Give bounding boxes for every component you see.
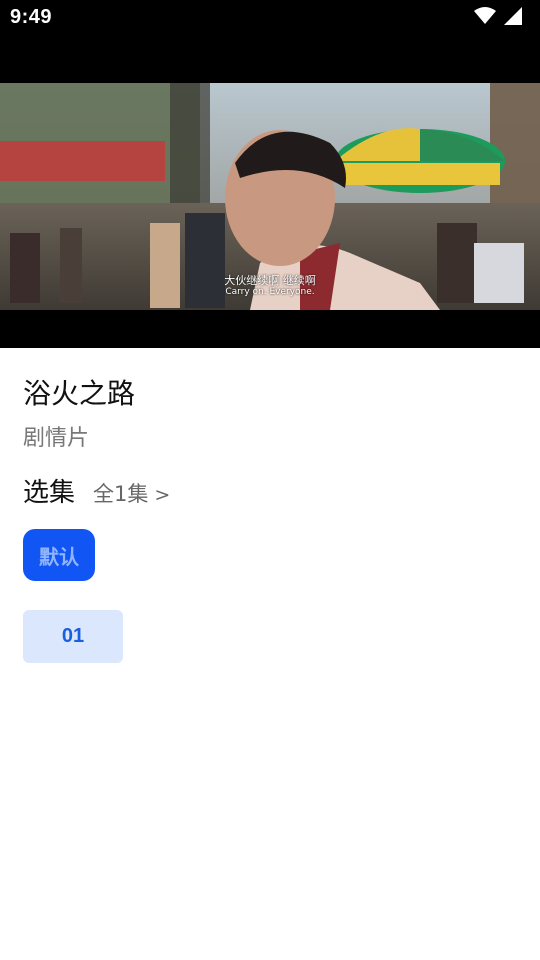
video-player[interactable]: 大伙继续啊 继续啊 Carry on. Everyone. — [0, 36, 540, 348]
subtitle-chinese: 大伙继续啊 继续啊 — [224, 274, 316, 287]
status-bar: 9:49 — [0, 0, 540, 36]
drama-title: 浴火之路 — [23, 377, 136, 410]
episodes-count-link[interactable]: 全1集 — [93, 478, 148, 508]
episodes-header: 选集 全1集 > — [23, 472, 170, 509]
signal-icon — [504, 7, 522, 25]
episodes-label: 选集 — [23, 478, 76, 508]
subtitle-english: Carry on. Everyone. — [225, 287, 315, 297]
source-tab-default[interactable]: 默认 — [23, 529, 95, 581]
chevron-right-icon[interactable]: > — [154, 484, 170, 506]
genre-label: 剧情片 — [23, 426, 90, 451]
status-time: 9:49 — [10, 6, 53, 28]
status-icons — [474, 7, 522, 25]
episode-button-01[interactable]: 01 — [23, 610, 123, 663]
wifi-icon — [474, 7, 496, 24]
